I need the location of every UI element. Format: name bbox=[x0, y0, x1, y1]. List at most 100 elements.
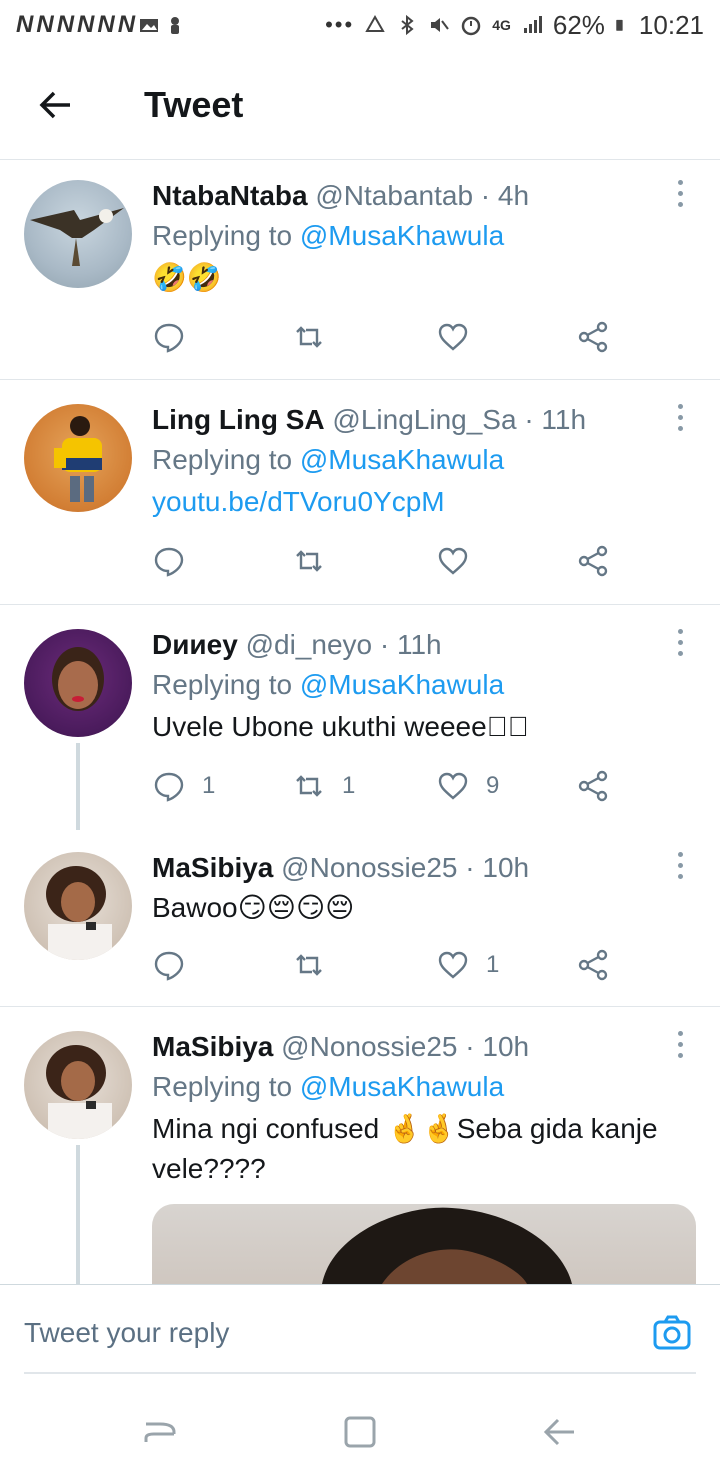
share-button[interactable] bbox=[576, 320, 610, 354]
more-options-button[interactable] bbox=[678, 1031, 686, 1064]
share-icon bbox=[578, 321, 608, 353]
battery-percent: 62% bbox=[552, 9, 605, 40]
tweet-media-image[interactable] bbox=[152, 1204, 696, 1284]
share-icon bbox=[578, 770, 608, 802]
back-icon[interactable] bbox=[540, 1412, 580, 1452]
tweet-link[interactable]: youtu.be/dTVoru0YcpM bbox=[152, 482, 696, 522]
tweet-time: · 11h bbox=[379, 629, 442, 660]
display-name[interactable]: MaSibiya bbox=[152, 852, 273, 883]
user-handle[interactable]: @Ntabantab bbox=[315, 180, 473, 211]
tweet-actions bbox=[152, 544, 632, 584]
like-button[interactable] bbox=[436, 320, 486, 354]
more-icon bbox=[678, 629, 683, 634]
replying-label: Replying to bbox=[152, 444, 300, 475]
tweet-content: Dииey @di_neyo · 11h Replying to @MusaKh… bbox=[152, 627, 696, 747]
tweet-content: NtabaNtaba @Ntabantab · 4h Replying to @… bbox=[152, 178, 696, 298]
share-button[interactable] bbox=[576, 948, 610, 982]
clock: 10:21 bbox=[638, 9, 704, 40]
bluetooth-icon bbox=[401, 14, 414, 36]
tweet-header: MaSibiya @Nonossie25 · 10h bbox=[152, 850, 696, 886]
reply-icon bbox=[154, 951, 184, 981]
more-options-button[interactable] bbox=[678, 852, 686, 885]
thread-line bbox=[76, 1145, 80, 1284]
recycle-icon bbox=[365, 14, 385, 32]
reply-button[interactable] bbox=[152, 544, 202, 578]
image-icon bbox=[140, 19, 159, 32]
more-options-button[interactable] bbox=[678, 629, 686, 662]
display-name[interactable]: MaSibiya bbox=[152, 1031, 273, 1062]
like-icon bbox=[438, 772, 468, 800]
share-button[interactable] bbox=[576, 544, 610, 578]
reply-input[interactable]: Tweet your reply bbox=[24, 1317, 229, 1349]
retweet-icon bbox=[296, 550, 322, 572]
replying-to: Replying to @MusaKhawula bbox=[152, 438, 696, 482]
signal-icon bbox=[523, 16, 542, 33]
recents-icon[interactable] bbox=[140, 1412, 180, 1452]
reply-button[interactable]: 1 bbox=[152, 769, 215, 803]
like-button[interactable]: 9 bbox=[436, 769, 499, 803]
mention-link[interactable]: @MusaKhawula bbox=[300, 1071, 504, 1102]
more-icon bbox=[678, 180, 683, 185]
reply-composer: Tweet your reply bbox=[0, 1284, 720, 1374]
tweet[interactable]: Dииey @di_neyo · 11h Replying to @MusaKh… bbox=[0, 605, 720, 830]
mention-link[interactable]: @MusaKhawula bbox=[300, 444, 504, 475]
home-icon[interactable] bbox=[340, 1412, 380, 1452]
retweet-button[interactable] bbox=[292, 544, 342, 578]
tweet[interactable]: Ling Ling SA @LingLing_Sa · 11h Replying… bbox=[0, 380, 720, 605]
notification-n-icon: N bbox=[77, 11, 94, 38]
reply-button[interactable] bbox=[152, 948, 202, 982]
retweet-button[interactable] bbox=[292, 948, 342, 982]
share-button[interactable] bbox=[576, 769, 610, 803]
avatar[interactable] bbox=[24, 404, 132, 512]
tweet-feed[interactable]: NtabaNtaba @Ntabantab · 4h Replying to @… bbox=[0, 160, 720, 1284]
more-icon bbox=[678, 404, 683, 409]
tweet[interactable]: NtabaNtaba @Ntabantab · 4h Replying to @… bbox=[0, 160, 720, 380]
avatar[interactable] bbox=[24, 180, 132, 288]
notification-n-icon: N bbox=[117, 11, 135, 38]
display-name[interactable]: Ling Ling SA bbox=[152, 404, 325, 435]
mention-link[interactable]: @MusaKhawula bbox=[300, 669, 504, 700]
user-handle[interactable]: @di_neyo bbox=[246, 629, 373, 660]
tweet[interactable]: MaSibiya @Nonossie25 · 10h Replying to @… bbox=[0, 1007, 720, 1284]
mention-link[interactable]: @MusaKhawula bbox=[300, 220, 504, 251]
system-navigation-bar bbox=[0, 1390, 720, 1480]
tweet-actions bbox=[152, 320, 632, 360]
more-options-button[interactable] bbox=[678, 180, 686, 213]
composer-underline bbox=[24, 1372, 696, 1374]
mute-icon bbox=[431, 18, 449, 32]
retweet-button[interactable] bbox=[292, 320, 342, 354]
tweet-actions: 1 1 9 bbox=[152, 769, 632, 809]
replying-label: Replying to bbox=[152, 669, 300, 700]
avatar[interactable] bbox=[24, 629, 132, 737]
display-name[interactable]: NtabaNtaba bbox=[152, 180, 308, 211]
display-name[interactable]: Dииey bbox=[152, 629, 238, 660]
user-handle[interactable]: @LingLing_Sa bbox=[332, 404, 516, 435]
tweet-content: MaSibiya @Nonossie25 · 10h Bawoo😏😔😏😔 bbox=[152, 850, 696, 928]
reply-button[interactable] bbox=[152, 320, 202, 354]
avatar[interactable] bbox=[24, 852, 132, 960]
user-handle[interactable]: @Nonossie25 bbox=[281, 852, 457, 883]
back-button[interactable] bbox=[28, 77, 84, 133]
tweet-text: Uvele Ubone ukuthi weeee   bbox=[152, 711, 529, 742]
reply-icon bbox=[154, 547, 184, 577]
more-options-button[interactable] bbox=[678, 404, 686, 437]
reply-count: 1 bbox=[202, 772, 216, 799]
person-photo bbox=[54, 416, 102, 502]
tweet-header: NtabaNtaba @Ntabantab · 4h bbox=[152, 178, 696, 214]
like-button[interactable]: 1 bbox=[436, 948, 499, 982]
tweet[interactable]: MaSibiya @Nonossie25 · 10h Bawoo😏😔😏😔 1 bbox=[0, 830, 720, 1007]
user-handle[interactable]: @Nonossie25 bbox=[281, 1031, 457, 1062]
avatar[interactable] bbox=[24, 1031, 132, 1139]
like-count: 1 bbox=[486, 951, 500, 978]
eagle-image bbox=[30, 208, 124, 266]
tweet-header: Ling Ling SA @LingLing_Sa · 11h bbox=[152, 402, 696, 438]
back-arrow-icon bbox=[39, 91, 70, 118]
retweet-button[interactable]: 1 bbox=[292, 769, 355, 803]
retweet-icon bbox=[296, 326, 322, 348]
camera-icon[interactable] bbox=[652, 1313, 692, 1353]
replying-to: Replying to @MusaKhawula bbox=[152, 214, 696, 258]
share-icon bbox=[578, 949, 608, 981]
page-title: Tweet bbox=[144, 83, 244, 125]
like-button[interactable] bbox=[436, 544, 486, 578]
tweet-header: Dииey @di_neyo · 11h bbox=[152, 627, 696, 663]
